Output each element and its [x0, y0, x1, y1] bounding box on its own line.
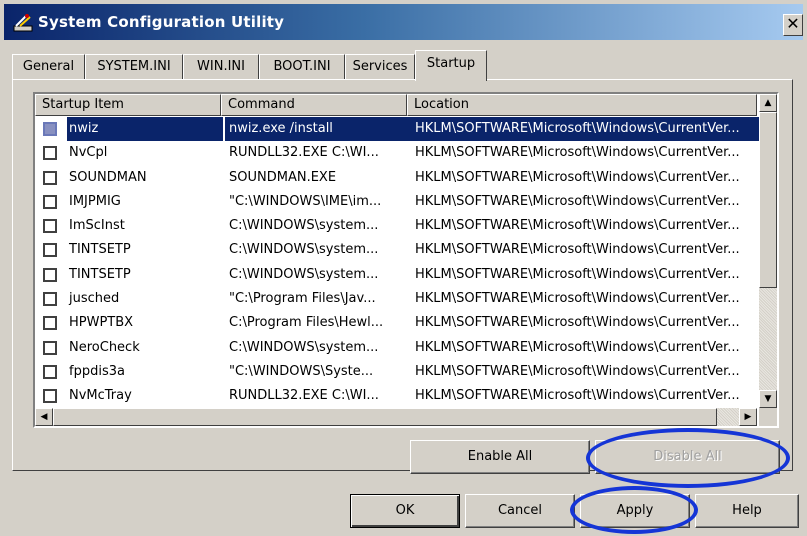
startup-item-location: HKLM\SOFTWARE\Microsoft\Windows\CurrentV… [415, 218, 740, 234]
msconfig-app-icon [12, 13, 34, 33]
tab-startup[interactable]: Startup [415, 50, 487, 81]
scroll-corner [759, 408, 777, 426]
list-item-tintsetp[interactable]: TINTSETP C:\WINDOWS\system... HKLM\SOFTW… [35, 238, 757, 262]
list-item-imscinst[interactable]: ImScInst C:\WINDOWS\system... HKLM\SOFTW… [35, 214, 757, 238]
startup-item-location: HKLM\SOFTWARE\Microsoft\Windows\CurrentV… [415, 193, 740, 209]
startup-checkbox[interactable] [43, 364, 57, 379]
startup-item-location: HKLM\SOFTWARE\Microsoft\Windows\CurrentV… [415, 242, 740, 258]
startup-item-location: HKLM\SOFTWARE\Microsoft\Windows\CurrentV… [415, 169, 740, 185]
tab-services[interactable]: Services [345, 54, 415, 80]
startup-item-location: HKLM\SOFTWARE\Microsoft\Windows\CurrentV… [415, 145, 740, 161]
disable-all-label: Disable All [653, 449, 722, 464]
scroll-down-button[interactable]: ▼ [759, 390, 777, 408]
list-item-tintsetp-2[interactable]: TINTSETP C:\WINDOWS\system... HKLM\SOFTW… [35, 263, 757, 287]
startup-item-name: nwiz [67, 117, 223, 141]
startup-checkbox[interactable] [43, 194, 57, 209]
help-button[interactable]: Help [695, 494, 799, 528]
scroll-left-button[interactable]: ◀ [35, 408, 53, 426]
tab-general[interactable]: General [12, 54, 85, 80]
startup-item-command: RUNDLL32.EXE C:\WI... [229, 145, 379, 161]
list-item-fppdis3a[interactable]: fppdis3a "C:\WINDOWS\Syste... HKLM\SOFTW… [35, 360, 757, 384]
startup-listview[interactable]: Startup Item Command Location nwiz nwiz.… [33, 92, 779, 428]
startup-checkbox[interactable] [43, 340, 57, 355]
startup-item-name: SOUNDMAN [69, 169, 147, 185]
startup-checkbox[interactable] [43, 316, 57, 331]
startup-item-command: C:\WINDOWS\system... [229, 242, 379, 258]
column-header-startup-item[interactable]: Startup Item [35, 94, 221, 116]
scroll-down-arrow-icon: ▼ [764, 394, 772, 404]
horizontal-scroll-thumb[interactable] [53, 408, 717, 426]
startup-item-name: NvMcTray [69, 388, 132, 404]
close-icon: ✕ [786, 14, 800, 33]
column-header-location[interactable]: Location [407, 94, 757, 116]
startup-item-name: TINTSETP [69, 242, 131, 258]
startup-item-command: "C:\Program Files\Jav... [229, 291, 376, 307]
startup-checkbox[interactable] [43, 146, 57, 161]
startup-item-location: HKLM\SOFTWARE\Microsoft\Windows\CurrentV… [415, 291, 740, 307]
listview-header: Startup Item Command Location [35, 94, 757, 116]
startup-item-location: HKLM\SOFTWARE\Microsoft\Windows\CurrentV… [415, 315, 740, 331]
startup-item-command: nwiz.exe /install [225, 117, 414, 141]
list-item-nerocheck[interactable]: NeroCheck C:\WINDOWS\system... HKLM\SOFT… [35, 336, 757, 360]
startup-item-location: HKLM\SOFTWARE\Microsoft\Windows\CurrentV… [415, 363, 740, 379]
scroll-left-arrow-icon: ◀ [40, 412, 48, 422]
ok-button[interactable]: OK [350, 494, 460, 528]
startup-item-command: RUNDLL32.EXE C:\WI... [229, 388, 379, 404]
tab-boot-ini[interactable]: BOOT.INI [259, 54, 345, 80]
startup-checkbox[interactable] [43, 122, 57, 136]
tab-system-ini[interactable]: SYSTEM.INI [85, 54, 183, 80]
listview-rows: nwiz nwiz.exe /install HKLM\SOFTWARE\Mic… [35, 117, 761, 409]
startup-item-name: NvCpl [69, 145, 108, 161]
disable-all-button[interactable]: Disable All [595, 440, 780, 474]
horizontal-scrollbar[interactable]: ◀ ▶ [35, 408, 757, 426]
startup-checkbox[interactable] [43, 243, 57, 258]
startup-item-command: C:\WINDOWS\system... [229, 266, 379, 282]
startup-item-command: "C:\WINDOWS\IME\im... [229, 193, 382, 209]
startup-item-location: HKLM\SOFTWARE\Microsoft\Windows\CurrentV… [415, 388, 740, 404]
list-item-nvmctray[interactable]: NvMcTray RUNDLL32.EXE C:\WI... HKLM\SOFT… [35, 384, 757, 408]
startup-item-location: HKLM\SOFTWARE\Microsoft\Windows\CurrentV… [411, 117, 761, 141]
close-button[interactable]: ✕ [783, 14, 803, 36]
startup-item-name: ImScInst [69, 218, 125, 234]
startup-item-name: jusched [69, 291, 120, 307]
column-header-command[interactable]: Command [221, 94, 407, 116]
vertical-scrollbar[interactable]: ▲ ▼ [759, 94, 777, 408]
startup-item-command: SOUNDMAN.EXE [229, 169, 337, 185]
startup-item-command: C:\Program Files\Hewl... [229, 315, 384, 331]
scroll-right-button[interactable]: ▶ [739, 408, 757, 426]
startup-item-name: TINTSETP [69, 266, 131, 282]
window-title: System Configuration Utility [38, 13, 285, 31]
list-item-nvcpl[interactable]: NvCpl RUNDLL32.EXE C:\WI... HKLM\SOFTWAR… [35, 141, 757, 165]
startup-checkbox[interactable] [43, 170, 57, 185]
scroll-up-button[interactable]: ▲ [759, 94, 777, 112]
startup-checkbox[interactable] [43, 292, 57, 307]
vertical-scroll-thumb[interactable] [759, 112, 777, 288]
list-item-soundman[interactable]: SOUNDMAN SOUNDMAN.EXE HKLM\SOFTWARE\Micr… [35, 166, 757, 190]
scroll-up-arrow-icon: ▲ [764, 98, 772, 108]
system-config-window: System Configuration Utility ✕ General S… [0, 0, 807, 536]
startup-item-location: HKLM\SOFTWARE\Microsoft\Windows\CurrentV… [415, 266, 740, 282]
startup-checkbox[interactable] [43, 219, 57, 234]
tab-strip: General SYSTEM.INI WIN.INI BOOT.INI Serv… [12, 50, 492, 81]
list-item-jusched[interactable]: jusched "C:\Program Files\Jav... HKLM\SO… [35, 287, 757, 311]
startup-checkbox[interactable] [43, 267, 57, 282]
startup-checkbox[interactable] [43, 389, 57, 404]
startup-item-name: NeroCheck [69, 339, 140, 355]
startup-item-command: "C:\WINDOWS\Syste... [229, 363, 374, 379]
list-item-hpwptbx[interactable]: HPWPTBX C:\Program Files\Hewl... HKLM\SO… [35, 311, 757, 335]
startup-item-command: C:\WINDOWS\system... [229, 218, 379, 234]
list-item-nwiz[interactable]: nwiz nwiz.exe /install HKLM\SOFTWARE\Mic… [35, 117, 761, 141]
startup-item-name: HPWPTBX [69, 315, 134, 331]
list-item-imjpmig[interactable]: IMJPMIG "C:\WINDOWS\IME\im... HKLM\SOFTW… [35, 190, 757, 214]
apply-button[interactable]: Apply [580, 494, 690, 528]
startup-item-name: fppdis3a [69, 363, 125, 379]
tab-win-ini[interactable]: WIN.INI [183, 54, 259, 80]
startup-item-name: IMJPMIG [69, 193, 121, 209]
enable-all-button[interactable]: Enable All [410, 440, 590, 474]
scroll-right-arrow-icon: ▶ [744, 412, 752, 422]
startup-item-location: HKLM\SOFTWARE\Microsoft\Windows\CurrentV… [415, 339, 740, 355]
startup-item-command: C:\WINDOWS\system... [229, 339, 379, 355]
title-bar[interactable]: System Configuration Utility ✕ [4, 4, 803, 40]
cancel-button[interactable]: Cancel [465, 494, 575, 528]
